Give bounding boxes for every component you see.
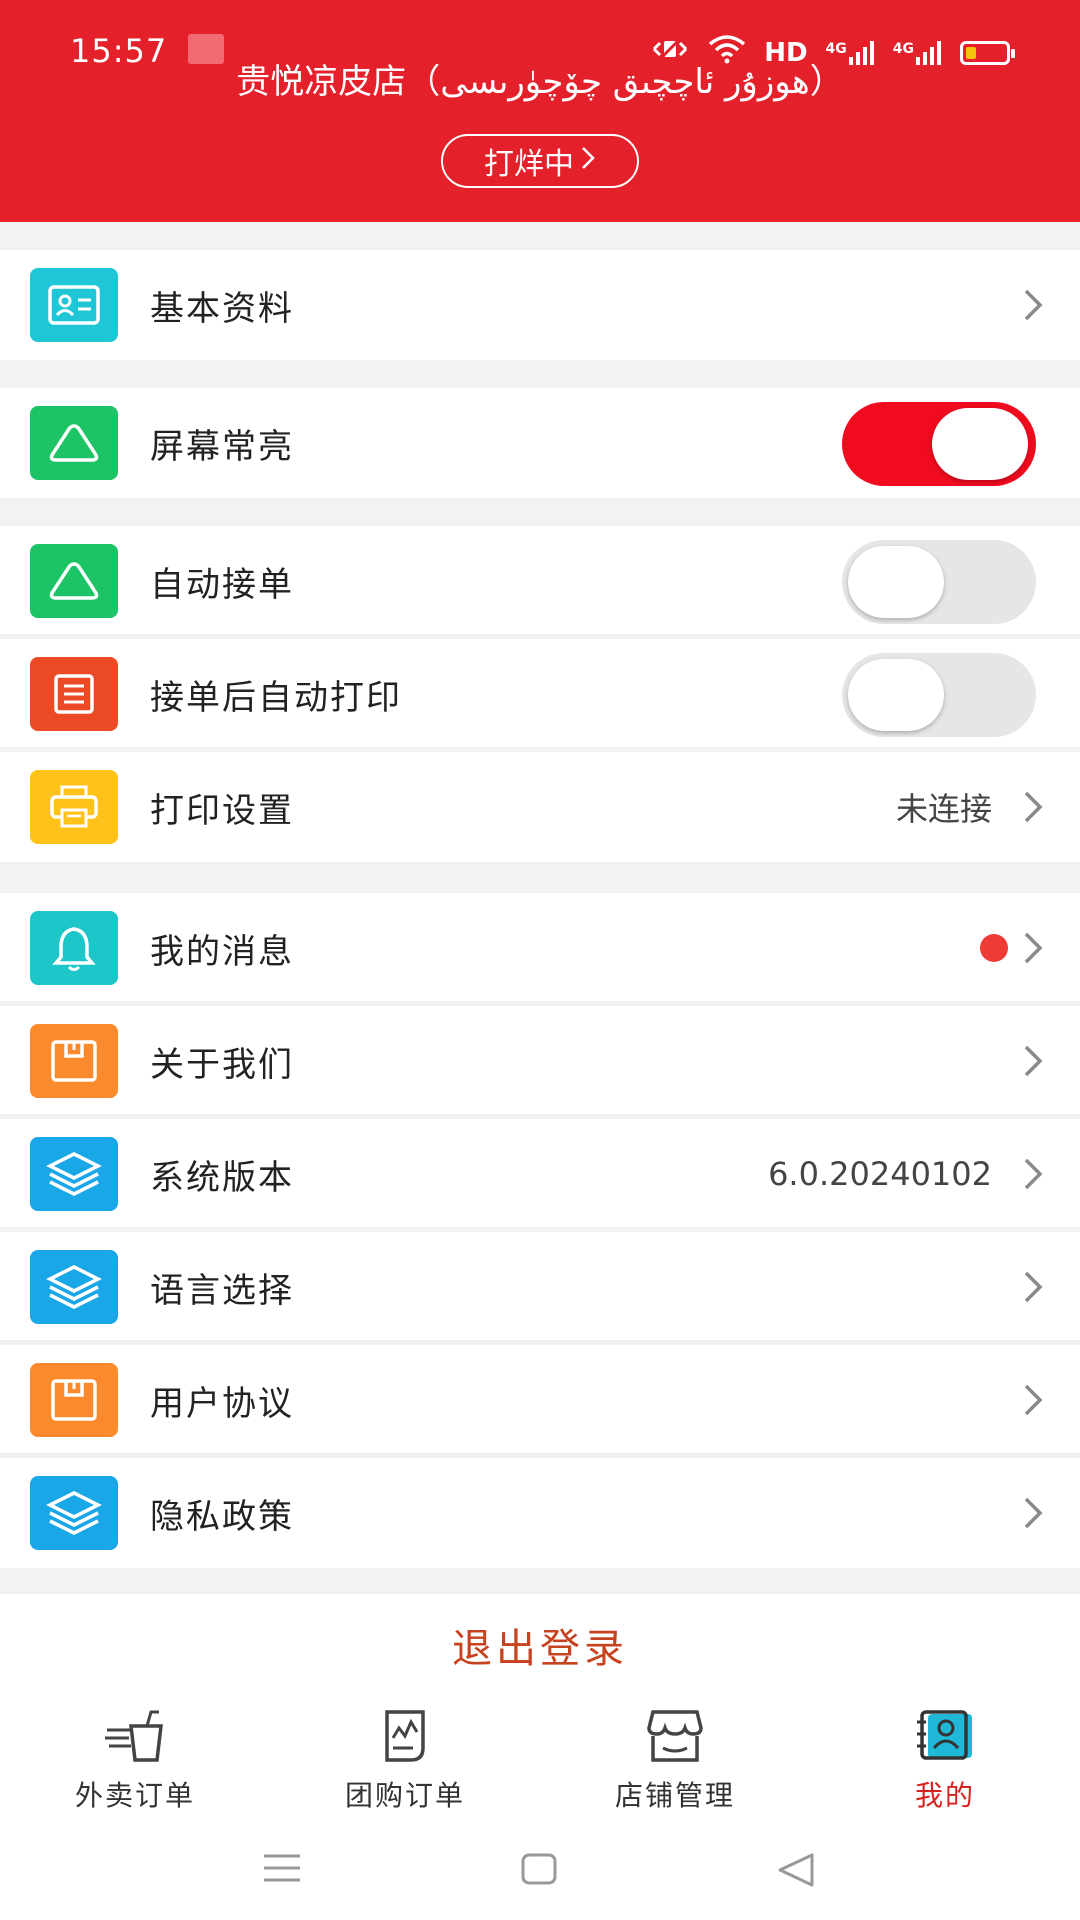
chevron-right-icon (1016, 1044, 1050, 1078)
menu-item-label: 语言选择 (150, 1270, 294, 1311)
chevron-right-icon (1016, 1270, 1050, 1304)
menu-item-label: 基本资料 (150, 288, 294, 329)
menu-item-privacy[interactable]: 隐私政策 (0, 1458, 1080, 1568)
menu-item-about[interactable]: 关于我们 (0, 1006, 1080, 1116)
system-navigation-bar (0, 1818, 1080, 1920)
store-icon (643, 1708, 707, 1764)
screen-on-toggle[interactable] (842, 402, 1036, 486)
contact-book-icon (913, 1708, 977, 1764)
tab-label: 团购订单 (344, 1779, 465, 1812)
menu-item-label: 我的消息 (150, 931, 294, 972)
triangle-icon (30, 406, 118, 480)
box-icon (30, 1024, 118, 1098)
menu-item-agreement[interactable]: 用户协议 (0, 1345, 1080, 1455)
menu-item-label: 打印设置 (150, 790, 294, 831)
menu-item-auto-accept: 自动接单 (0, 526, 1080, 636)
layers-icon (30, 1250, 118, 1324)
receipt-icon (30, 657, 118, 731)
menu-item-version[interactable]: 系统版本 6.0.20240102 (0, 1119, 1080, 1229)
tab-label: 我的 (914, 1779, 975, 1812)
store-status-button[interactable]: 打烊中 (441, 134, 639, 188)
layers-icon (30, 1476, 118, 1550)
menu-item-auto-print: 接单后自动打印 (0, 639, 1080, 749)
store-name: 贵悦凉皮店（ھوزۇر ئاچچىق چۆچۈرىسى） (236, 62, 844, 102)
menu-item-label: 接单后自动打印 (150, 677, 402, 718)
tab-takeout-orders[interactable]: 外卖订单 (0, 1696, 270, 1818)
menu-item-label: 自动接单 (150, 564, 294, 605)
tab-label: 外卖订单 (74, 1779, 195, 1812)
chevron-right-icon (1016, 1496, 1050, 1530)
chevron-right-icon (1016, 1383, 1050, 1417)
header: 15:57 HD 4G 4G 贵悦凉皮店（ھوزۇر ئاچچىق چۆچۈرى… (0, 0, 1080, 222)
signal-icon-2: 4G (893, 40, 942, 65)
id-card-icon (30, 268, 118, 342)
takeout-cup-icon (103, 1708, 167, 1764)
chevron-right-icon (580, 144, 596, 179)
auto-accept-toggle[interactable] (842, 540, 1036, 624)
notification-app-icon (188, 34, 224, 64)
box-icon (30, 1363, 118, 1437)
menu-item-label: 系统版本 (150, 1157, 294, 1198)
layers-icon (30, 1137, 118, 1211)
chevron-right-icon (1016, 931, 1050, 965)
menu-item-label: 屏幕常亮 (150, 426, 294, 467)
menu-icon[interactable] (262, 1852, 302, 1888)
menu-item-label: 隐私政策 (150, 1496, 294, 1537)
auto-print-toggle[interactable] (842, 653, 1036, 737)
back-icon[interactable] (776, 1852, 816, 1892)
bell-icon (30, 911, 118, 985)
version-number: 6.0.20240102 (768, 1155, 992, 1193)
printer-status: 未连接 (895, 790, 992, 828)
signal-icon-1: 4G (826, 40, 875, 65)
printer-icon (30, 770, 118, 844)
document-icon (373, 1708, 437, 1764)
tab-group-orders[interactable]: 团购订单 (270, 1696, 540, 1818)
chevron-right-icon (1016, 288, 1050, 322)
menu-item-screen-on: 屏幕常亮 (0, 388, 1080, 498)
logout-button[interactable]: 退出登录 (0, 1594, 1080, 1696)
battery-icon (960, 40, 1015, 65)
home-icon[interactable] (520, 1852, 558, 1890)
menu-item-basic-info[interactable]: 基本资料 (0, 250, 1080, 360)
menu-item-language[interactable]: 语言选择 (0, 1232, 1080, 1342)
menu-item-label: 关于我们 (150, 1044, 294, 1085)
tab-label: 店铺管理 (614, 1779, 735, 1812)
tab-mine[interactable]: 我的 (810, 1696, 1080, 1818)
unread-dot (980, 934, 1008, 962)
menu-item-label: 用户协议 (150, 1383, 294, 1424)
menu-item-print-settings[interactable]: 打印设置 未连接 (0, 752, 1080, 862)
bottom-tab-bar: 外卖订单 团购订单 店铺管理 我的 (0, 1696, 1080, 1818)
tab-store-management[interactable]: 店铺管理 (540, 1696, 810, 1818)
triangle-icon (30, 544, 118, 618)
chevron-right-icon (1016, 1157, 1050, 1191)
store-status-label: 打烊中 (484, 147, 574, 182)
menu-item-messages[interactable]: 我的消息 (0, 893, 1080, 1003)
chevron-right-icon (1016, 790, 1050, 824)
